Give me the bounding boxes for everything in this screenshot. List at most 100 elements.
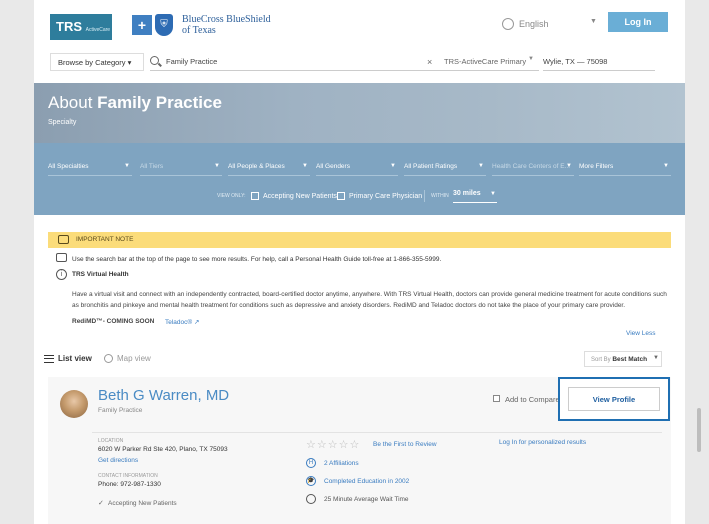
more-filters-label: More Filters — [579, 163, 614, 170]
trs-logo[interactable]: TRS ActiveCare — [50, 14, 112, 38]
clear-search-button[interactable]: × — [427, 57, 432, 67]
teladoc-label: Teladoc® — [165, 319, 193, 326]
trs-logo-sub: ActiveCare — [85, 27, 111, 33]
chevron-down-icon[interactable]: ▼ — [590, 18, 597, 25]
add-to-compare-checkbox[interactable] — [493, 395, 500, 402]
hero-banner: About Family Practice Specialty — [34, 83, 685, 143]
sort-by-select[interactable]: Sort By Best Match — [584, 351, 662, 367]
education-link[interactable]: Completed Education in 2002 — [324, 478, 409, 485]
plan-select[interactable]: TRS-ActiveCare Primary — [444, 53, 539, 71]
chevron-down-icon: ▼ — [566, 163, 572, 169]
important-note-bar: IMPORTANT NOTE — [48, 232, 671, 248]
filter-label: All Specialties — [48, 163, 89, 170]
scrollbar[interactable] — [697, 408, 701, 452]
map-view-toggle[interactable]: Map view — [104, 354, 151, 363]
filter-patient-ratings[interactable]: All Patient Ratings ▼ — [404, 160, 486, 176]
list-view-label: List view — [58, 354, 92, 363]
page-subtitle: Specialty — [48, 119, 77, 126]
accepting-new-patients-checkbox[interactable] — [251, 192, 259, 200]
title-specialty: Family Practice — [97, 93, 222, 112]
filter-specialties[interactable]: All Specialties ▼ — [48, 160, 132, 176]
important-note-label: IMPORTANT NOTE — [76, 236, 134, 243]
personalized-results-link[interactable]: Log In for personalized results — [499, 439, 586, 446]
divider — [92, 432, 662, 433]
message-icon — [56, 253, 67, 262]
virtual-health-title: TRS Virtual Health — [72, 271, 129, 278]
provider-address: 6020 W Parker Rd Ste 420, Plano, TX 7509… — [98, 446, 228, 453]
browse-label: Browse by Category — [58, 58, 126, 67]
bcbs-name-line1: BlueCross BlueShield — [182, 14, 271, 25]
accepting-patients-status: Accepting New Patients — [108, 500, 177, 507]
filter-health-care-centers[interactable]: Health Care Centers of E... ▼ — [492, 160, 574, 176]
page-content: TRS ActiveCare + ⛨ BlueCross BlueShield … — [34, 0, 685, 524]
filter-people-places[interactable]: All People & Places ▼ — [228, 160, 310, 176]
browse-by-category-dropdown[interactable]: Browse by Category ▾ — [50, 53, 144, 71]
search-query: Family Practice — [166, 57, 218, 66]
title-prefix: About — [48, 93, 98, 112]
external-link-icon: ↗ — [192, 319, 200, 326]
sort-prefix: Sort By — [591, 357, 611, 363]
bcbs-name: BlueCross BlueShield of Texas — [182, 14, 271, 36]
contact-label: CONTACT INFORMATION — [98, 473, 158, 479]
search-icon — [150, 56, 159, 65]
provider-card: Beth G Warren, MD Family Practice Add to… — [48, 377, 671, 524]
list-view-toggle[interactable]: List view — [44, 354, 92, 363]
globe-icon — [502, 18, 514, 30]
location-input[interactable]: Wylie, TX — 75098 — [543, 53, 655, 71]
rating-stars-icon: ☆☆☆☆☆ — [306, 439, 361, 451]
primary-care-checkbox[interactable] — [337, 192, 345, 200]
trs-logo-underline — [50, 38, 112, 40]
divider — [424, 190, 425, 202]
filter-label: All People & Places — [228, 163, 285, 170]
view-less-link[interactable]: View Less — [626, 330, 656, 337]
login-button[interactable]: Log In — [608, 12, 668, 32]
chevron-down-icon: ▼ — [490, 191, 496, 197]
filter-bar: All Specialties ▼ All Tiers ▼ All People &… — [34, 143, 685, 215]
accepting-new-patients-label[interactable]: Accepting New Patients — [263, 193, 337, 200]
bcbs-cross-icon: + — [132, 15, 152, 35]
provider-name[interactable]: Beth G Warren, MD — [98, 387, 229, 404]
search-input[interactable]: Family Practice — [150, 53, 448, 71]
bcbs-logo[interactable]: + ⛨ BlueCross BlueShield of Texas — [132, 14, 271, 36]
help-text: Use the search bar at the top of the pag… — [72, 256, 442, 263]
primary-care-label[interactable]: Primary Care Physician — [349, 193, 422, 200]
redimd-label: RediMD™- COMING SOON — [72, 318, 155, 325]
provider-specialty: Family Practice — [98, 407, 143, 414]
chevron-down-icon: ▼ — [528, 56, 534, 62]
chevron-down-icon: ▼ — [663, 163, 669, 169]
trs-logo-text: TRS — [56, 19, 82, 34]
within-label: WITHIN — [431, 193, 449, 199]
location-label: LOCATION — [98, 438, 124, 444]
graduation-cap-icon: 🎓 — [306, 476, 316, 486]
filter-label: All Patient Ratings — [404, 163, 458, 170]
filter-tiers[interactable]: All Tiers ▼ — [140, 160, 222, 176]
filter-label: All Tiers — [140, 163, 164, 170]
check-icon: ✓ — [98, 500, 104, 507]
list-icon — [44, 354, 54, 363]
get-directions-link[interactable]: Get directions — [98, 457, 138, 464]
review-link[interactable]: Be the First to Review — [373, 441, 437, 448]
more-filters-button[interactable]: More Filters ▼ — [579, 160, 671, 176]
sort-value: Best Match — [612, 356, 648, 363]
bcbs-shield-icon: ⛨ — [155, 14, 173, 36]
browser-frame: TRS ActiveCare + ⛨ BlueCross BlueShield … — [0, 0, 709, 524]
view-profile-button[interactable]: View Profile — [568, 387, 660, 411]
language-selector[interactable]: English — [502, 18, 549, 30]
message-icon — [58, 235, 69, 244]
bcbs-name-line2: of Texas — [182, 25, 216, 36]
chevron-down-icon: ▼ — [214, 163, 220, 169]
chevron-down-icon: ▼ — [653, 355, 659, 361]
filter-label: All Genders — [316, 163, 350, 170]
view-profile-highlight: View Profile — [558, 377, 670, 421]
provider-phone: Phone: 972-987-1330 — [98, 481, 161, 488]
teladoc-link[interactable]: Teladoc® ↗ — [165, 318, 199, 326]
chevron-down-icon: ▾ — [127, 58, 132, 67]
affiliations-link[interactable]: 2 Affiliations — [324, 460, 359, 467]
filter-genders[interactable]: All Genders ▼ — [316, 160, 398, 176]
map-pin-icon — [104, 354, 113, 363]
info-icon: i — [56, 269, 67, 280]
add-to-compare-label[interactable]: Add to Compare — [505, 395, 560, 404]
clock-icon — [306, 494, 316, 504]
chevron-down-icon: ▼ — [124, 163, 130, 169]
avatar — [60, 390, 88, 418]
